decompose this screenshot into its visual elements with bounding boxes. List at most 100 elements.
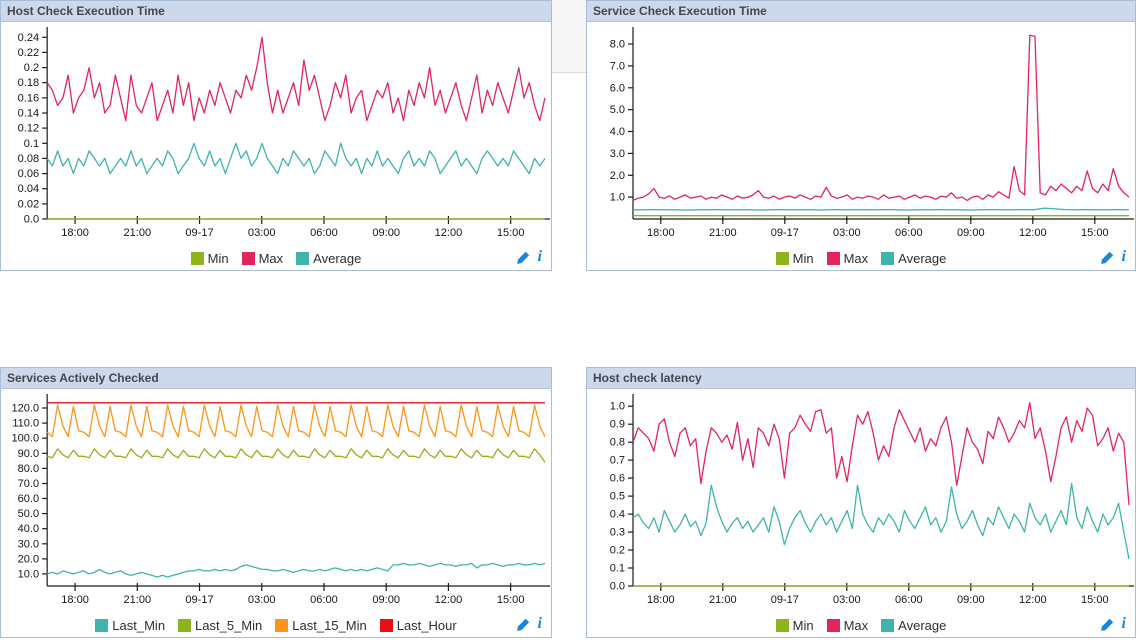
- series-line-Max: [633, 35, 1129, 200]
- series-line-Max: [633, 403, 1129, 506]
- y-tick-label: 0.1: [610, 563, 625, 575]
- panel-services-actively-checked: Services Actively Checked 10.020.030.040…: [0, 367, 552, 638]
- panel-service-check-execution-time: Service Check Execution Time 1.02.03.04.…: [586, 0, 1136, 271]
- legend-label: Min: [208, 251, 229, 266]
- chart-canvas-host-check-execution-time[interactable]: 0.00.020.040.060.080.10.120.140.160.180.…: [1, 22, 551, 247]
- y-tick-label: 0.18: [18, 77, 39, 89]
- legend-item-min[interactable]: Min: [776, 618, 814, 633]
- x-tick-label: 03:00: [833, 227, 861, 239]
- info-icon[interactable]: i: [538, 617, 542, 631]
- legend-item-last_min[interactable]: Last_Min: [95, 618, 165, 633]
- y-tick-label: 0.7: [610, 455, 625, 467]
- x-tick-label: 15:00: [1081, 227, 1109, 239]
- panel-footer: Min Max Average i: [1, 247, 551, 270]
- y-tick-label: 10.0: [18, 568, 39, 580]
- legend-swatch: [178, 619, 191, 632]
- legend-item-max[interactable]: Max: [242, 251, 284, 266]
- panel-title: Services Actively Checked: [1, 368, 551, 389]
- x-tick-label: 09-17: [185, 227, 213, 239]
- y-tick-label: 0.24: [18, 32, 39, 44]
- legend-label: Last_Hour: [397, 618, 457, 633]
- y-tick-label: 0.06: [18, 168, 39, 180]
- legend-swatch: [296, 252, 309, 265]
- y-tick-label: 0.8: [610, 437, 625, 449]
- x-tick-label: 09:00: [372, 227, 400, 239]
- x-tick-label: 03:00: [833, 594, 861, 606]
- legend-swatch: [191, 252, 204, 265]
- panel-host-check-latency: Host check latency 0.00.10.20.30.40.50.6…: [586, 367, 1136, 638]
- series-line-Last_15_Min: [47, 405, 545, 437]
- chart-legend: Last_Min Last_5_Min Last_15_Min Last_Hour: [95, 618, 456, 633]
- y-tick-label: 0.14: [18, 108, 39, 120]
- chart-legend: Min Max Average: [776, 618, 947, 633]
- x-tick-label: 15:00: [1081, 594, 1109, 606]
- x-tick-label: 09:00: [957, 594, 985, 606]
- edit-graph-pencil-icon[interactable]: [1101, 251, 1114, 264]
- y-tick-label: 0.0: [24, 214, 39, 226]
- legend-label: Max: [844, 618, 869, 633]
- panel-host-check-execution-time: Host Check Execution Time 0.00.020.040.0…: [0, 0, 552, 271]
- legend-item-average[interactable]: Average: [881, 618, 946, 633]
- legend-label: Average: [898, 251, 946, 266]
- y-tick-label: 0.16: [18, 92, 39, 104]
- x-tick-label: 12:00: [1019, 227, 1047, 239]
- info-icon[interactable]: i: [538, 250, 542, 264]
- legend-label: Min: [793, 618, 814, 633]
- legend-swatch: [776, 619, 789, 632]
- x-tick-label: 15:00: [497, 227, 525, 239]
- x-tick-label: 06:00: [310, 594, 338, 606]
- legend-label: Max: [259, 251, 284, 266]
- legend-label: Min: [793, 251, 814, 266]
- panel-footer: Min Max Average i: [587, 614, 1135, 637]
- legend-label: Average: [898, 618, 946, 633]
- legend-swatch: [776, 252, 789, 265]
- y-tick-label: 7.0: [610, 60, 625, 72]
- edit-graph-pencil-icon[interactable]: [517, 251, 530, 264]
- chart-canvas-host-check-latency[interactable]: 0.00.10.20.30.40.50.60.70.80.91.018:0021…: [587, 389, 1135, 614]
- y-tick-label: 0.4: [610, 509, 625, 521]
- legend-item-last_hour[interactable]: Last_Hour: [380, 618, 457, 633]
- y-tick-label: 110.0: [12, 418, 39, 430]
- legend-item-last_15_min[interactable]: Last_15_Min: [275, 618, 366, 633]
- info-icon[interactable]: i: [1122, 250, 1126, 264]
- legend-label: Average: [313, 251, 361, 266]
- edit-graph-pencil-icon[interactable]: [517, 618, 530, 631]
- legend-item-last_5_min[interactable]: Last_5_Min: [178, 618, 262, 633]
- chart-canvas-service-check-execution-time[interactable]: 1.02.03.04.05.06.07.08.018:0021:0009-170…: [587, 22, 1135, 247]
- series-line-Average: [47, 143, 545, 173]
- legend-swatch: [242, 252, 255, 265]
- x-tick-label: 21:00: [709, 594, 737, 606]
- chart-legend: Min Max Average: [191, 251, 362, 266]
- chart-canvas-services-actively-checked[interactable]: 10.020.030.040.050.060.070.080.090.0100.…: [1, 389, 551, 614]
- x-tick-label: 12:00: [435, 594, 463, 606]
- legend-item-max[interactable]: Max: [827, 251, 869, 266]
- legend-item-min[interactable]: Min: [776, 251, 814, 266]
- y-tick-label: 0.3: [610, 527, 625, 539]
- y-tick-label: 0.08: [18, 153, 39, 165]
- y-tick-label: 1.0: [610, 192, 625, 204]
- series-line-Average: [633, 484, 1129, 560]
- x-tick-label: 06:00: [895, 227, 923, 239]
- x-tick-label: 21:00: [123, 594, 151, 606]
- legend-item-max[interactable]: Max: [827, 618, 869, 633]
- legend-swatch: [275, 619, 288, 632]
- series-line-Average: [633, 208, 1129, 210]
- y-tick-label: 50.0: [18, 508, 39, 520]
- legend-swatch: [827, 619, 840, 632]
- x-tick-label: 12:00: [1019, 594, 1047, 606]
- legend-item-average[interactable]: Average: [881, 251, 946, 266]
- panel-footer: Min Max Average i: [587, 247, 1135, 270]
- legend-item-average[interactable]: Average: [296, 251, 361, 266]
- panel-title: Host Check Execution Time: [1, 1, 551, 22]
- y-tick-label: 6.0: [610, 82, 625, 94]
- legend-label: Max: [844, 251, 869, 266]
- edit-graph-pencil-icon[interactable]: [1101, 618, 1114, 631]
- series-line-Last_Min: [47, 563, 545, 577]
- y-tick-label: 3.0: [610, 148, 625, 160]
- legend-swatch: [380, 619, 393, 632]
- info-icon[interactable]: i: [1122, 617, 1126, 631]
- legend-item-min[interactable]: Min: [191, 251, 229, 266]
- y-tick-label: 5.0: [610, 104, 625, 116]
- y-tick-label: 60.0: [18, 493, 39, 505]
- panel-title: Service Check Execution Time: [587, 1, 1135, 22]
